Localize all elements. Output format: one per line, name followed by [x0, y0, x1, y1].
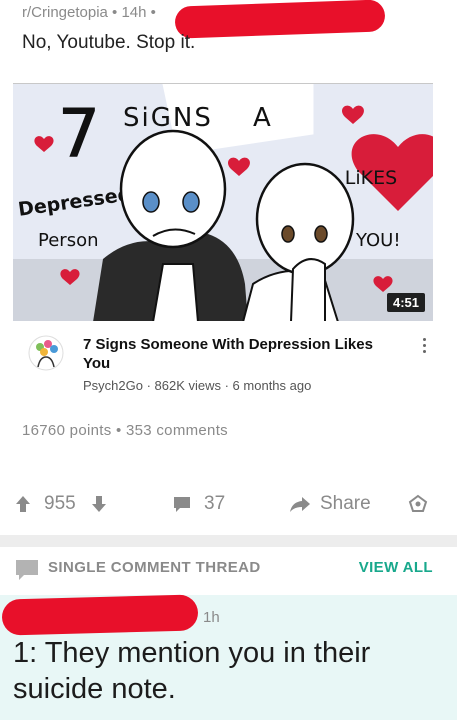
comments-button[interactable]	[172, 488, 192, 520]
post-title[interactable]: No, Youtube. Stop it.	[22, 32, 195, 54]
thumb-text-seven: 7	[58, 95, 100, 172]
comment-count: 37	[204, 493, 226, 514]
comment-icon	[174, 497, 190, 512]
comment-timestamp: 1h	[203, 609, 220, 626]
thread-comment-icon	[16, 560, 38, 580]
highlighted-comment[interactable]: 1h 1: They mention you in their suicide …	[0, 594, 457, 720]
thumb-text-a: A	[253, 103, 271, 133]
thumb-text-you: YOU!	[355, 230, 401, 251]
channel-avatar-icon[interactable]	[28, 335, 64, 371]
award-icon	[408, 494, 428, 512]
arrow-down-icon	[92, 496, 106, 512]
post-stats: 16760 points • 353 comments	[22, 422, 228, 439]
redaction-mark	[174, 0, 386, 39]
video-thumbnail[interactable]: 7 SiGNS A LiKES Depressed Person YOU! 4:…	[13, 83, 433, 321]
username-redaction	[1, 594, 199, 636]
share-button[interactable]	[288, 488, 312, 520]
score-label: 955	[44, 493, 76, 514]
comment-body: 1: They mention you in their suicide not…	[13, 637, 371, 705]
video-title[interactable]: 7 Signs Someone With Depression Likes Yo…	[83, 335, 393, 373]
view-all-button[interactable]: VIEW ALL	[359, 559, 433, 576]
single-comment-thread-bar: SINGLE COMMENT THREAD VIEW ALL	[0, 547, 457, 595]
video-subline: Psych2Go · 862K views · 6 months ago	[83, 378, 312, 393]
post-meta[interactable]: r/Cringetopia • 14h •	[22, 4, 156, 21]
section-divider	[0, 535, 457, 547]
award-button[interactable]	[408, 488, 428, 520]
thumb-text-likes: LiKES	[345, 167, 397, 189]
share-arrow-icon	[290, 497, 310, 512]
video-duration: 4:51	[386, 293, 425, 312]
thread-label: SINGLE COMMENT THREAD	[48, 559, 261, 576]
thumb-text-person: Person	[38, 230, 99, 251]
thumbnail-illustration: 7 SiGNS A LiKES Depressed Person YOU!	[13, 84, 433, 321]
more-options-icon[interactable]	[418, 335, 430, 355]
thumb-text-signs: SiGNS	[123, 103, 213, 133]
downvote-button[interactable]	[90, 488, 108, 520]
arrow-up-icon	[16, 496, 30, 512]
share-label[interactable]: Share	[320, 488, 371, 520]
upvote-button[interactable]	[14, 488, 32, 520]
action-bar: 955 37 Share	[0, 488, 457, 520]
youtube-info-row[interactable]: 7 Signs Someone With Depression Likes Yo…	[28, 333, 438, 403]
